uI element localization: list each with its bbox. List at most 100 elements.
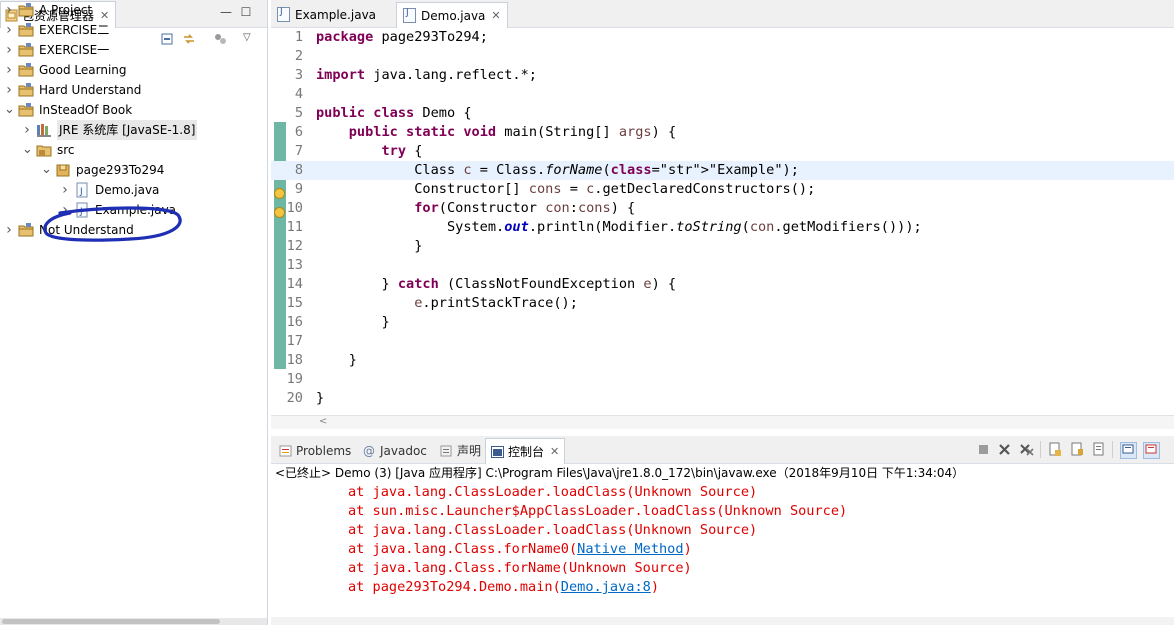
code-line[interactable]: 20} (271, 389, 1174, 408)
tree-item[interactable]: ⌄ InSteadOf Book (4, 100, 132, 120)
close-icon[interactable]: ✕ (550, 445, 559, 458)
editor-tab-demo[interactable]: Demo.java ✕ (396, 2, 508, 28)
editor-horizontal-scrollbar[interactable]: < (271, 415, 1174, 429)
show-console-on-output-icon[interactable] (1120, 442, 1137, 459)
tree-item-label: EXERCISE一 (39, 43, 110, 57)
tab-label: 声明 (457, 444, 482, 458)
tab-console[interactable]: 控制台 ✕ (485, 438, 566, 464)
code-line[interactable]: 13 (271, 256, 1174, 275)
chevron-right-icon[interactable]: › (4, 0, 14, 20)
tree-item-label: InSteadOf Book (39, 103, 133, 117)
code-text: System.out.println(Modifier.toString(con… (316, 219, 922, 235)
tree-item[interactable]: › Good Learning (4, 60, 126, 80)
editor-tab-example[interactable]: Example.java (271, 2, 382, 27)
project-folder-icon (18, 222, 34, 238)
tab-problems[interactable]: Problems (274, 438, 356, 463)
chevron-down-icon[interactable]: ⌄ (22, 140, 33, 160)
tree-item[interactable]: › Hard Understand (4, 80, 141, 100)
line-number: 5 (294, 105, 303, 121)
console-text: at java.lang.Class.forName0( (348, 541, 578, 557)
chevron-right-icon[interactable]: › (4, 220, 14, 240)
code-line[interactable]: 6 public static void main(String[] args)… (271, 123, 1174, 142)
code-line[interactable]: 9 Constructor[] cons = c.getDeclaredCons… (271, 180, 1174, 199)
tree-item-label: A Project (39, 3, 93, 17)
code-line[interactable]: 17 (271, 332, 1174, 351)
minimize-icon[interactable]: — (220, 6, 232, 18)
toolbar-separator (1112, 441, 1113, 458)
code-line[interactable]: 15 e.printStackTrace(); (271, 294, 1174, 313)
tree-item[interactable]: › EXERCISE二 (4, 20, 109, 40)
maximize-icon[interactable]: ☐ (240, 6, 252, 18)
clear-console-icon[interactable] (1048, 442, 1063, 457)
line-number: 15 (286, 295, 303, 311)
code-line[interactable]: 4 (271, 85, 1174, 104)
show-console-on-error-icon[interactable] (1143, 442, 1160, 459)
line-number: 9 (294, 181, 303, 197)
chevron-right-icon[interactable]: › (4, 40, 14, 60)
collapse-all-icon[interactable] (161, 32, 175, 46)
code-text: Constructor[] cons = c.getDeclaredConstr… (316, 181, 816, 197)
remove-launch-icon[interactable] (997, 442, 1012, 457)
code-line[interactable]: 12 } (271, 237, 1174, 256)
chevron-right-icon[interactable]: › (4, 20, 14, 40)
scroll-lock-icon[interactable] (1070, 442, 1085, 457)
code-line[interactable]: 3 import java.lang.reflect.*; (271, 66, 1174, 85)
chevron-down-icon[interactable]: ⌄ (4, 100, 15, 120)
svg-text:J: J (79, 187, 83, 197)
line-number: 19 (286, 371, 303, 387)
code-line[interactable]: 5 public class Demo { (271, 104, 1174, 123)
code-text: try { (381, 143, 423, 159)
tab-javadoc[interactable]: @ Javadoc (358, 438, 432, 463)
view-menu-icon[interactable]: ▽ (243, 32, 257, 46)
remove-all-terminated-icon[interactable] (1019, 442, 1034, 457)
line-number: 17 (286, 333, 303, 349)
tree-item[interactable]: › EXERCISE一 (4, 40, 109, 60)
scrollbar-thumb[interactable] (2, 619, 220, 624)
code-line[interactable]: 7 try { (271, 142, 1174, 161)
code-line[interactable]: 18 } (271, 351, 1174, 370)
code-line[interactable]: 8 Class c = Class.forName(class="str">"E… (271, 161, 1174, 180)
tab-declaration[interactable]: 声明 (435, 438, 486, 463)
tree-item[interactable]: › A Project (4, 0, 92, 20)
code-line[interactable]: 14 } catch (ClassNotFoundException e) { (271, 275, 1174, 294)
code-text: e.printStackTrace(); (414, 295, 578, 311)
code-area[interactable]: 1 package page293To294; 2 3 import java.lang… (271, 27, 1174, 415)
code-line[interactable]: 16 } (271, 313, 1174, 332)
chevron-right-icon[interactable]: › (4, 80, 14, 100)
focus-active-task-icon[interactable] (213, 32, 227, 46)
scroll-left-icon[interactable]: < (319, 416, 327, 427)
chevron-right-icon[interactable]: › (60, 180, 70, 200)
code-text: } (316, 352, 357, 368)
code-line[interactable]: 2 (271, 47, 1174, 66)
tree-item-label: EXERCISE二 (39, 23, 110, 37)
terminate-icon[interactable] (976, 442, 991, 457)
tree-item[interactable]: › J Demo.java (60, 180, 159, 200)
console-line: at java.lang.ClassLoader.loadClass(Unkno… (348, 483, 757, 502)
console-line: at page293To294.Demo.main(Demo.java:8) (348, 578, 659, 597)
java-file-icon (403, 8, 416, 23)
code-editor-panel: Example.java Demo.java ✕ 1 package page29… (271, 0, 1174, 429)
line-number: 1 (294, 29, 303, 45)
stack-trace-link[interactable]: Demo.java:8 (561, 579, 651, 595)
console-horizontal-scrollbar[interactable] (271, 617, 1174, 625)
chevron-right-icon[interactable]: › (4, 60, 14, 80)
chevron-right-icon[interactable]: › (22, 120, 32, 140)
code-line[interactable]: 1 package page293To294; (271, 28, 1174, 47)
stack-trace-link[interactable]: Native Method (577, 541, 683, 557)
project-folder-icon (18, 22, 34, 38)
word-wrap-icon[interactable] (1092, 442, 1107, 457)
code-line[interactable]: 10 for(Constructor con:cons) { (271, 199, 1174, 218)
project-folder-icon (18, 102, 34, 118)
link-with-editor-icon[interactable] (182, 32, 196, 46)
explorer-horizontal-scrollbar[interactable] (0, 618, 267, 625)
close-icon[interactable]: ✕ (491, 9, 500, 22)
chevron-down-icon[interactable]: ⌄ (41, 160, 52, 180)
code-line[interactable]: 19 (271, 370, 1174, 389)
tree-item[interactable]: › JRE 系统库 [JavaSE-1.8] (22, 120, 198, 140)
package-explorer-panel: 包资源管理器 ✕ — ☐ ▽ › A Project › EXERCISE二 › EXER… (0, 0, 268, 625)
tree-item[interactable]: ⌄ src (22, 140, 75, 160)
console-text: at page293To294.Demo.main( (348, 579, 561, 595)
tree-item[interactable]: ⌄ page293To294 (41, 160, 164, 180)
line-number: 8 (294, 162, 303, 178)
code-line[interactable]: 11 System.out.println(Modifier.toString(… (271, 218, 1174, 237)
